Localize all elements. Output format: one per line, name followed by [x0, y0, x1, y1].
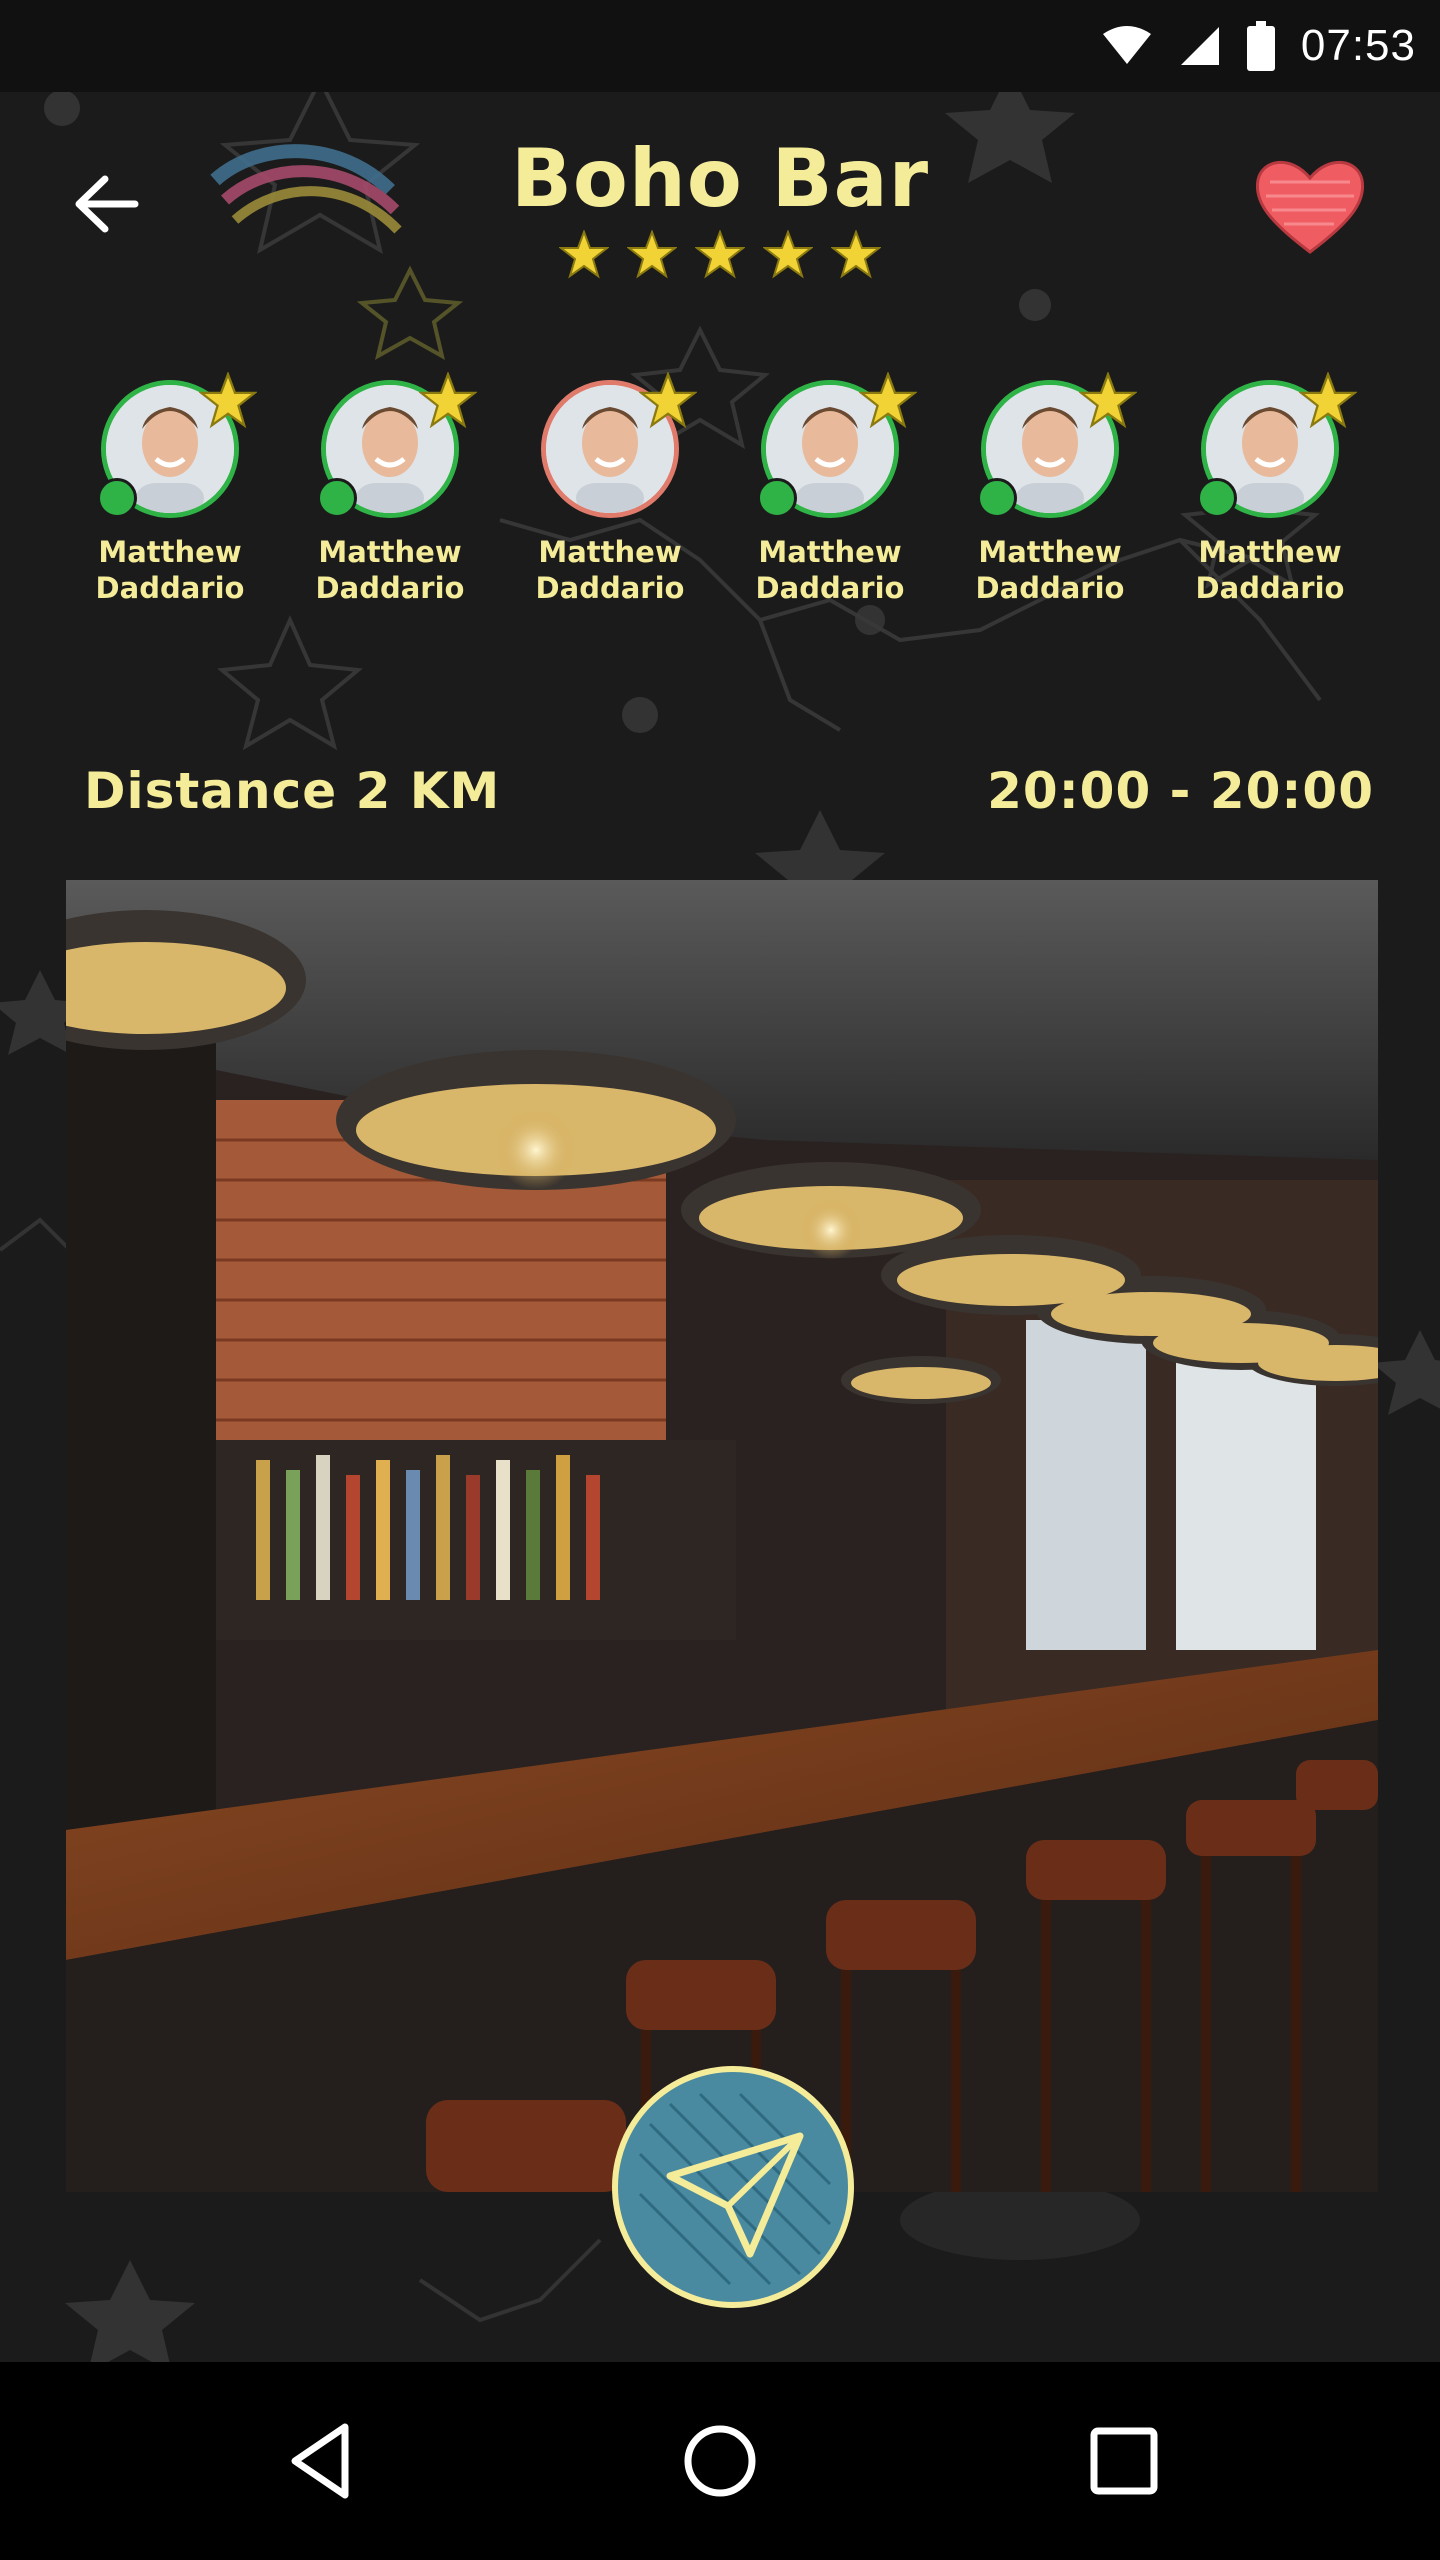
- venue-photo: [66, 880, 1378, 2192]
- nav-recent-button[interactable]: [1064, 2401, 1184, 2521]
- send-button[interactable]: [610, 2064, 856, 2310]
- venue-title: Boho Bar: [510, 132, 930, 225]
- friend-name: Matthew Daddario: [315, 535, 465, 605]
- status-time: 07:53: [1300, 21, 1416, 70]
- online-status-dot: [757, 478, 797, 518]
- battery-icon: [1246, 21, 1275, 71]
- heart-icon: [1255, 160, 1365, 254]
- online-status-dot: [317, 478, 357, 518]
- avatar: [975, 372, 1137, 524]
- status-bar: 07:53: [0, 0, 1440, 92]
- opening-hours: 20:00 - 20:00: [987, 762, 1374, 820]
- nav-home-button[interactable]: [660, 2401, 780, 2521]
- nav-back-button[interactable]: [260, 2401, 380, 2521]
- friend-item[interactable]: Matthew Daddario: [720, 372, 940, 614]
- avatar: [1195, 372, 1357, 524]
- favorite-button[interactable]: [1250, 152, 1370, 262]
- online-status-dot: [977, 478, 1017, 518]
- star-rating: [0, 230, 1440, 280]
- avatar: [535, 372, 697, 524]
- circle-home-icon: [684, 2425, 756, 2497]
- star-icon: [831, 230, 881, 279]
- friend-item[interactable]: Matthew Daddario: [280, 372, 500, 614]
- friend-name: Matthew Daddario: [975, 535, 1125, 605]
- friend-name: Matthew Daddario: [535, 535, 685, 605]
- star-icon: [763, 230, 813, 279]
- friend-name: Matthew Daddario: [95, 535, 245, 605]
- app-header: Boho Bar: [0, 92, 1440, 332]
- star-badge-icon: [639, 372, 697, 429]
- friend-name: Matthew Daddario: [755, 535, 905, 605]
- friends-list: Matthew Daddario Matthew Daddario Matthe…: [60, 372, 1380, 614]
- star-badge-icon: [199, 372, 257, 429]
- signal-icon: [1180, 27, 1219, 65]
- star-badge-icon: [859, 372, 917, 429]
- friend-item[interactable]: Matthew Daddario: [60, 372, 280, 614]
- friend-item[interactable]: Matthew Daddario: [940, 372, 1160, 614]
- star-badge-icon: [419, 372, 477, 429]
- friend-item[interactable]: Matthew Daddario: [500, 372, 720, 614]
- online-status-dot: [1197, 478, 1237, 518]
- online-status-dot: [97, 478, 137, 518]
- star-icon: [559, 230, 609, 279]
- avatar: [95, 372, 257, 524]
- square-recent-icon: [1090, 2427, 1158, 2495]
- avatar: [755, 372, 917, 524]
- triangle-back-icon: [291, 2423, 349, 2499]
- friend-item[interactable]: Matthew Daddario: [1160, 372, 1380, 614]
- wifi-icon: [1102, 26, 1151, 64]
- status-icons: 07:53: [1101, 0, 1416, 92]
- star-icon: [695, 230, 745, 279]
- star-icon: [627, 230, 677, 279]
- android-nav-bar: [0, 2362, 1440, 2560]
- avatar: [315, 372, 477, 524]
- venue-info-row: Distance 2 KM 20:00 - 20:00: [84, 756, 1374, 826]
- star-badge-icon: [1079, 372, 1137, 429]
- star-badge-icon: [1299, 372, 1357, 429]
- friend-name: Matthew Daddario: [1195, 535, 1345, 605]
- distance-label: Distance 2 KM: [84, 762, 501, 820]
